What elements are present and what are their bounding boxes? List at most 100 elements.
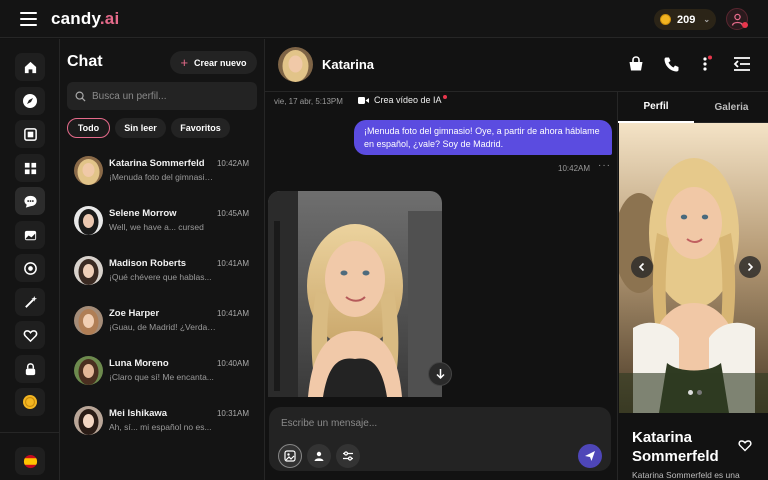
conversation-preview: Well, we have a... cursed: [109, 222, 204, 232]
download-icon: [435, 369, 445, 380]
request-image-button[interactable]: [278, 444, 302, 468]
plus-icon: +: [180, 55, 189, 70]
conversation-name: Luna Moreno: [109, 358, 169, 369]
heart-icon: [23, 329, 37, 342]
send-icon: [585, 451, 595, 461]
chat-header: Katarina: [265, 39, 768, 92]
gift-icon: [314, 451, 324, 461]
message-more-button[interactable]: ···: [598, 160, 611, 171]
image-request-icon: [284, 450, 296, 462]
message-time: 10:42AM: [558, 164, 591, 173]
conversation-time: 10:41AM: [216, 259, 249, 268]
language-button[interactable]: [15, 447, 45, 475]
notification-dot: [442, 95, 447, 99]
search-input[interactable]: [92, 90, 252, 102]
coin-balance-button[interactable]: 209 ⌄: [654, 9, 716, 30]
conversation-item[interactable]: Mei Ishikawa 10:31AM Ah, sí... mi españo…: [60, 400, 264, 448]
profile-panel: Perfil Galeria Katarina Sommerfeld Katar…: [617, 92, 768, 480]
rail-chat-button[interactable]: [15, 187, 45, 215]
user-menu-button[interactable]: [726, 8, 748, 30]
download-button[interactable]: [428, 362, 452, 386]
image-message[interactable]: [268, 191, 442, 397]
create-new-button[interactable]: + Crear nuevo: [170, 51, 257, 74]
logo-text: candy: [51, 9, 100, 28]
rail-cards-button[interactable]: [15, 254, 45, 282]
conversation-preview: ¡Guau, de Madrid! ¿Verdad...: [109, 322, 217, 332]
send-button[interactable]: [578, 444, 602, 468]
carousel-dot[interactable]: [697, 390, 702, 395]
conversation-name: Madison Roberts: [109, 258, 187, 269]
compass-icon: [23, 94, 37, 108]
message-input[interactable]: [281, 418, 581, 429]
rail-collection-button[interactable]: [15, 221, 45, 249]
chat-avatar[interactable]: [278, 47, 313, 82]
menu-icon[interactable]: [20, 12, 37, 26]
rail-generate-button[interactable]: [15, 154, 45, 182]
rail-premium-button[interactable]: [15, 355, 45, 383]
avatar: [74, 206, 103, 235]
more-vertical-icon: [703, 55, 712, 71]
chevron-left-icon: [638, 262, 645, 272]
filter-all[interactable]: Todo: [67, 118, 110, 138]
toggle-profile-button[interactable]: [731, 54, 753, 74]
sliders-icon: [343, 451, 353, 461]
lock-bag-icon: [629, 56, 643, 71]
carousel-dot[interactable]: [688, 390, 693, 395]
chat-icon: [23, 195, 37, 208]
conversation-name: Katarina Sommerfeld: [109, 158, 205, 169]
chat-list-panel: Chat + Crear nuevo Todo Sin leer Favorit…: [60, 39, 265, 480]
conversation-preview: ¡Qué chévere que hablas...: [109, 272, 212, 282]
user-message: ¡Menuda foto del gimnasio! Oye, a partir…: [354, 120, 612, 155]
more-options-button[interactable]: [695, 54, 715, 74]
avatar: [74, 256, 103, 285]
flag-es-icon: [23, 454, 37, 468]
previous-image-button[interactable]: [631, 256, 653, 278]
conversation-name: Selene Morrow: [109, 208, 177, 219]
message-composer: [269, 407, 611, 471]
conversation-time: 10:31AM: [216, 409, 249, 418]
rail-explore-button[interactable]: [15, 87, 45, 115]
create-new-label: Crear nuevo: [194, 57, 247, 68]
call-button[interactable]: [661, 54, 681, 74]
gift-button[interactable]: [307, 444, 331, 468]
top-bar: candy.ai 209 ⌄: [0, 0, 768, 38]
rail-favorites-button[interactable]: [15, 321, 45, 349]
filter-favorites[interactable]: Favoritos: [171, 118, 230, 138]
conversation-item[interactable]: Selene Morrow 10:45AM Well, we have a...…: [60, 200, 264, 248]
phone-icon: [664, 57, 678, 71]
favorite-button[interactable]: [737, 437, 753, 453]
tab-gallery[interactable]: Galeria: [694, 92, 768, 123]
conversation-preview: Ah, sí... mi español no es...: [109, 422, 212, 432]
left-rail: [0, 39, 60, 480]
magic-icon: [24, 295, 37, 308]
conversation-time: 10:45AM: [216, 209, 249, 218]
conversation-preview: ¡Menuda foto del gimnasio! Oye...: [109, 172, 217, 182]
profile-name: Katarina Sommerfeld: [632, 429, 719, 465]
rail-coins-button[interactable]: [15, 388, 45, 416]
create-ai-video-button[interactable]: Crea vídeo de IA: [358, 95, 447, 105]
rail-magic-button[interactable]: [15, 288, 45, 316]
video-icon: [358, 96, 369, 104]
conversation-time: 10:40AM: [216, 359, 249, 368]
conversation-name: Zoe Harper: [109, 308, 160, 319]
next-image-button[interactable]: [739, 256, 761, 278]
filter-unread[interactable]: Sin leer: [115, 118, 166, 138]
conversation-item[interactable]: Katarina Sommerfeld 10:42AM ¡Menuda foto…: [60, 150, 264, 198]
conversation-item[interactable]: Madison Roberts 10:41AM ¡Qué chévere que…: [60, 250, 264, 298]
carousel-dots: [688, 390, 702, 395]
conversation-item[interactable]: Luna Moreno 10:40AM ¡Claro que sí! Me en…: [60, 350, 264, 398]
notification-dot: [742, 22, 748, 28]
logo[interactable]: candy.ai: [51, 9, 119, 29]
message-date: vie, 17 abr, 5:13PM: [274, 97, 343, 106]
private-content-button[interactable]: [626, 54, 646, 74]
conversation-item[interactable]: Zoe Harper 10:41AM ¡Guau, de Madrid! ¿Ve…: [60, 300, 264, 348]
avatar: [74, 406, 103, 435]
tab-profile[interactable]: Perfil: [618, 92, 694, 123]
gallery-icon: [23, 127, 37, 141]
rail-divider: [0, 432, 59, 433]
rail-home-button[interactable]: [15, 53, 45, 81]
coin-count: 209: [677, 13, 696, 26]
settings-button[interactable]: [336, 444, 360, 468]
rail-gallery-button[interactable]: [15, 120, 45, 148]
search-box[interactable]: [67, 82, 257, 110]
